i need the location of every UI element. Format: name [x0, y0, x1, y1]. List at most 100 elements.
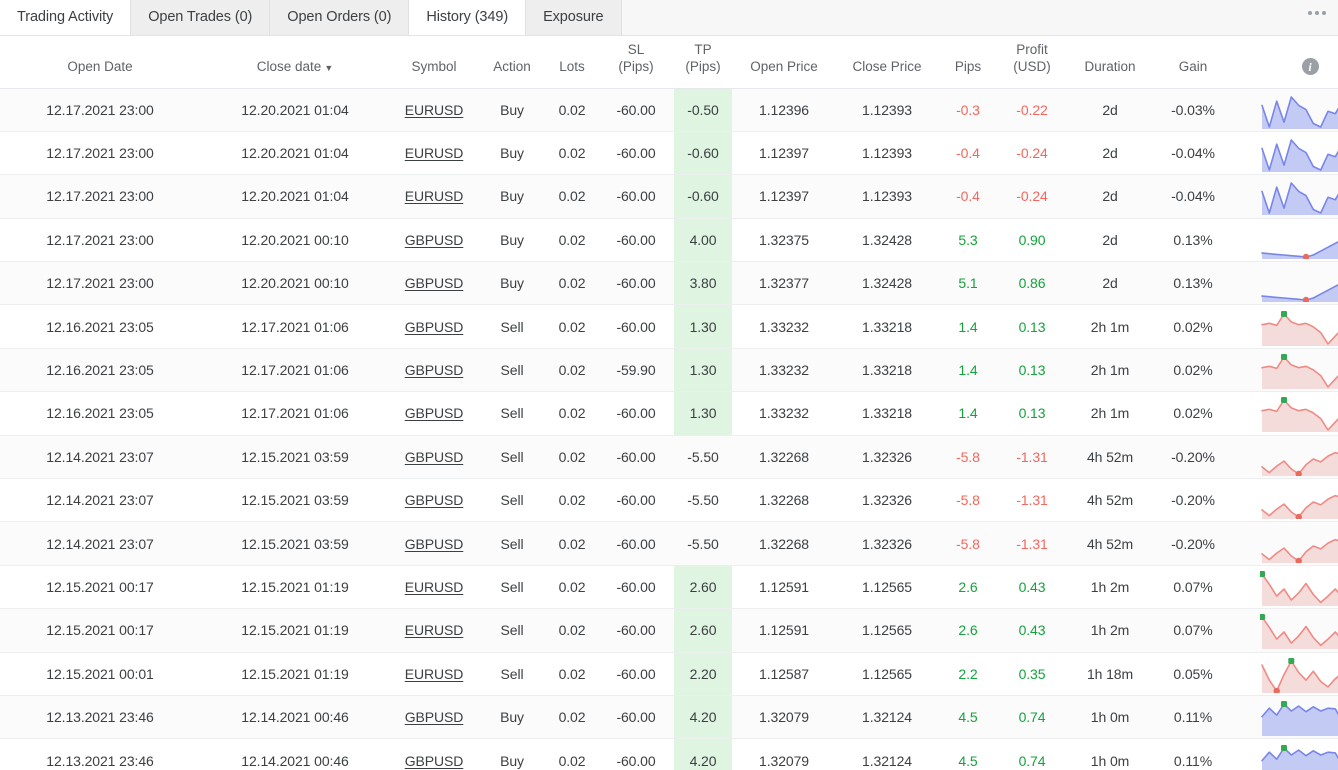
- cell-lots: 0.02: [546, 565, 598, 610]
- symbol-link[interactable]: GBPUSD: [405, 753, 464, 769]
- cell-value: 1.32079: [759, 752, 809, 769]
- column-header-action[interactable]: Action: [478, 36, 546, 89]
- cell-value: 12.17.2021 23:00: [46, 101, 154, 118]
- trade-sparkline-chart: [1261, 701, 1338, 737]
- symbol-link[interactable]: EURUSD: [405, 579, 464, 595]
- cell-value: 0.02: [558, 752, 586, 769]
- cell-gain: 0.11%: [1154, 738, 1232, 770]
- table-row[interactable]: 12.14.2021 23:07 12.15.2021 03:59 GBPUSD Se…: [0, 478, 1338, 523]
- column-header-close-price[interactable]: Close Price: [836, 36, 938, 89]
- sparkline-container: [1232, 696, 1338, 738]
- table-row[interactable]: 12.15.2021 00:17 12.15.2021 01:19 EURUSD Se…: [0, 608, 1338, 653]
- cell-tp-pips: -0.50: [674, 88, 732, 132]
- column-header-profit-usd[interactable]: Profit (USD): [998, 36, 1066, 89]
- header-row: Open Date Close date ▼ Symbol Action Lots SL (P…: [0, 36, 1338, 89]
- cell-open-date: 12.17.2021 23:00: [0, 261, 200, 306]
- column-header-open-price[interactable]: Open Price: [732, 36, 836, 89]
- cell-value: -0.60: [687, 145, 719, 162]
- column-header-text: Close Price: [852, 58, 922, 74]
- tab-history-349[interactable]: History (349): [409, 0, 527, 35]
- symbol-link[interactable]: GBPUSD: [405, 449, 464, 465]
- cell-symbol: EURUSD: [390, 88, 478, 132]
- cell-close-date: 12.15.2021 01:19: [200, 565, 390, 610]
- tab-trading-activity[interactable]: Trading Activity: [0, 0, 132, 35]
- column-header-gain[interactable]: Gain: [1154, 36, 1232, 89]
- cell-profit-usd: 0.74: [998, 738, 1066, 770]
- info-icon[interactable]: i: [1301, 58, 1319, 76]
- cell-sl-pips: -60.00: [598, 131, 674, 176]
- column-header-chart[interactable]: i: [1232, 36, 1338, 89]
- table-row[interactable]: 12.14.2021 23:07 12.15.2021 03:59 GBPUSD Se…: [0, 521, 1338, 566]
- column-header-tp-pips[interactable]: TP (Pips): [674, 36, 732, 89]
- cell-value: 0.74: [1018, 709, 1046, 726]
- cell-value: 1.33218: [862, 362, 912, 379]
- column-header-sl-pips[interactable]: SL (Pips): [598, 36, 674, 89]
- table-row[interactable]: 12.17.2021 23:00 12.20.2021 01:04 EURUSD Bu…: [0, 131, 1338, 176]
- table-row[interactable]: 12.16.2021 23:05 12.17.2021 01:06 GBPUSD Se…: [0, 391, 1338, 436]
- cell-value: Buy: [500, 188, 524, 205]
- cell-value: 12.15.2021 03:59: [241, 535, 349, 552]
- table-row[interactable]: 12.15.2021 00:01 12.15.2021 01:19 EURUSD Se…: [0, 652, 1338, 696]
- cell-open-price: 1.12591: [732, 565, 836, 610]
- symbol-link[interactable]: GBPUSD: [405, 362, 464, 378]
- cell-value: 2d: [1102, 145, 1118, 162]
- table-row[interactable]: 12.16.2021 23:05 12.17.2021 01:06 GBPUSD Se…: [0, 348, 1338, 393]
- cell-value: Sell: [500, 535, 524, 552]
- table-row[interactable]: 12.17.2021 23:00 12.20.2021 01:04 EURUSD Bu…: [0, 174, 1338, 219]
- cell-pips: -0.3: [938, 88, 998, 132]
- table-row[interactable]: 12.13.2021 23:46 12.14.2021 00:46 GBPUSD Bu…: [0, 695, 1338, 740]
- sort-descending-icon[interactable]: ▼: [324, 63, 333, 73]
- column-header-close-date[interactable]: Close date ▼: [200, 36, 390, 89]
- more-options-button[interactable]: [1308, 11, 1326, 15]
- column-header-label: Open Date: [10, 59, 190, 76]
- cell-lots: 0.02: [546, 174, 598, 219]
- column-header-symbol[interactable]: Symbol: [390, 36, 478, 89]
- table-row[interactable]: 12.13.2021 23:46 12.14.2021 00:46 GBPUSD Bu…: [0, 738, 1338, 770]
- column-header-open-date[interactable]: Open Date: [0, 36, 200, 89]
- tab-open-orders-0[interactable]: Open Orders (0): [270, 0, 410, 35]
- symbol-link[interactable]: EURUSD: [405, 622, 464, 638]
- cell-close-price: 1.32428: [836, 261, 938, 306]
- tab-exposure[interactable]: Exposure: [526, 0, 622, 35]
- cell-pips: 4.5: [938, 695, 998, 740]
- table-row[interactable]: 12.17.2021 23:00 12.20.2021 01:04 EURUSD Bu…: [0, 88, 1338, 132]
- table-row[interactable]: 12.17.2021 23:00 12.20.2021 00:10 GBPUSD Bu…: [0, 218, 1338, 263]
- table-row[interactable]: 12.15.2021 00:17 12.15.2021 01:19 EURUSD Se…: [0, 565, 1338, 610]
- symbol-link[interactable]: GBPUSD: [405, 492, 464, 508]
- table-row[interactable]: 12.14.2021 23:07 12.15.2021 03:59 GBPUSD Se…: [0, 435, 1338, 480]
- cell-trade-chart: [1232, 391, 1338, 436]
- table-row[interactable]: 12.17.2021 23:00 12.20.2021 00:10 GBPUSD Bu…: [0, 261, 1338, 306]
- cell-value: Buy: [500, 101, 524, 118]
- symbol-link[interactable]: EURUSD: [405, 145, 464, 161]
- cell-lots: 0.02: [546, 738, 598, 770]
- cell-value: Sell: [500, 665, 524, 682]
- cell-gain: -0.20%: [1154, 478, 1232, 523]
- symbol-link[interactable]: EURUSD: [405, 102, 464, 118]
- symbol-link[interactable]: GBPUSD: [405, 536, 464, 552]
- symbol-link[interactable]: GBPUSD: [405, 232, 464, 248]
- symbol-link[interactable]: GBPUSD: [405, 709, 464, 725]
- tab-open-trades-0[interactable]: Open Trades (0): [131, 0, 271, 35]
- sparkline-container: [1232, 739, 1338, 770]
- cell-close-price: 1.33218: [836, 391, 938, 436]
- symbol-link[interactable]: EURUSD: [405, 666, 464, 682]
- symbol-link[interactable]: GBPUSD: [405, 319, 464, 335]
- table-row[interactable]: 12.16.2021 23:05 12.17.2021 01:06 GBPUSD Se…: [0, 304, 1338, 349]
- symbol-link[interactable]: EURUSD: [405, 188, 464, 204]
- column-header-text: Symbol: [411, 58, 457, 74]
- symbol-link[interactable]: GBPUSD: [405, 405, 464, 421]
- cell-pips: -5.8: [938, 478, 998, 523]
- cell-value: -60.00: [616, 188, 656, 205]
- cell-value: 12.14.2021 00:46: [241, 709, 349, 726]
- column-header-label: Duration: [1076, 59, 1144, 76]
- history-table-container[interactable]: Open Date Close date ▼ Symbol Action Lots SL (P…: [0, 36, 1338, 770]
- column-header-line1: TP: [694, 41, 712, 57]
- cell-value: 1.32326: [862, 448, 912, 465]
- cell-profit-usd: 0.43: [998, 608, 1066, 653]
- cell-value: 1.4: [958, 405, 978, 422]
- symbol-link[interactable]: GBPUSD: [405, 275, 464, 291]
- column-header-lots[interactable]: Lots: [546, 36, 598, 89]
- cell-value: 2h 1m: [1090, 405, 1130, 422]
- column-header-pips[interactable]: Pips: [938, 36, 998, 89]
- column-header-duration[interactable]: Duration: [1066, 36, 1154, 89]
